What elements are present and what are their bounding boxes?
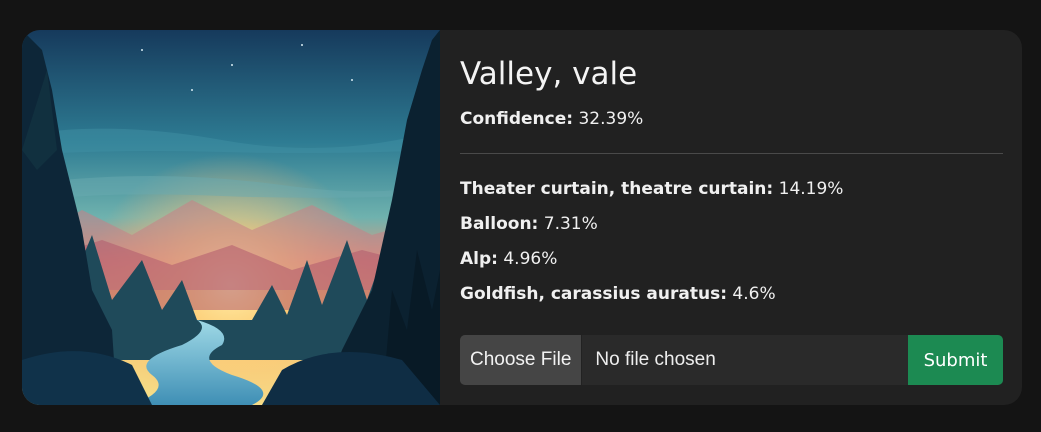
other-predictions: Theater curtain, theatre curtain: 14.19%… xyxy=(460,178,1003,305)
confidence-label: Confidence: xyxy=(460,109,574,129)
prediction-label: Theater curtain, theatre curtain: xyxy=(460,179,774,199)
choose-file-button[interactable]: Choose File xyxy=(460,335,583,385)
prediction-label: Alp: xyxy=(460,249,498,269)
uploaded-image xyxy=(22,30,440,405)
prediction-row: Goldfish, carassius auratus: 4.6% xyxy=(460,283,1003,305)
confidence-line: Confidence: 32.39% xyxy=(460,108,1003,130)
result-card: Valley, vale Confidence: 32.39% Theater … xyxy=(22,30,1022,405)
file-upload-form: Choose File No file chosen Submit xyxy=(460,335,1003,385)
prediction-value: 14.19% xyxy=(778,179,844,199)
prediction-title: Valley, vale xyxy=(460,56,638,92)
submit-button[interactable]: Submit xyxy=(908,335,1003,385)
prediction-value: 4.96% xyxy=(503,249,558,269)
result-panel: Valley, vale Confidence: 32.39% Theater … xyxy=(440,30,1022,405)
prediction-row: Balloon: 7.31% xyxy=(460,213,1003,235)
prediction-label: Balloon: xyxy=(460,214,539,234)
confidence-value: 32.39% xyxy=(578,109,644,129)
prediction-row: Theater curtain, theatre curtain: 14.19% xyxy=(460,178,1003,200)
file-name-display: No file chosen xyxy=(595,349,716,370)
prediction-value: 7.31% xyxy=(543,214,598,234)
prediction-label: Goldfish, carassius auratus: xyxy=(460,284,728,304)
prediction-row: Alp: 4.96% xyxy=(460,248,1003,270)
prediction-value: 4.6% xyxy=(732,284,776,304)
divider xyxy=(460,153,1003,154)
